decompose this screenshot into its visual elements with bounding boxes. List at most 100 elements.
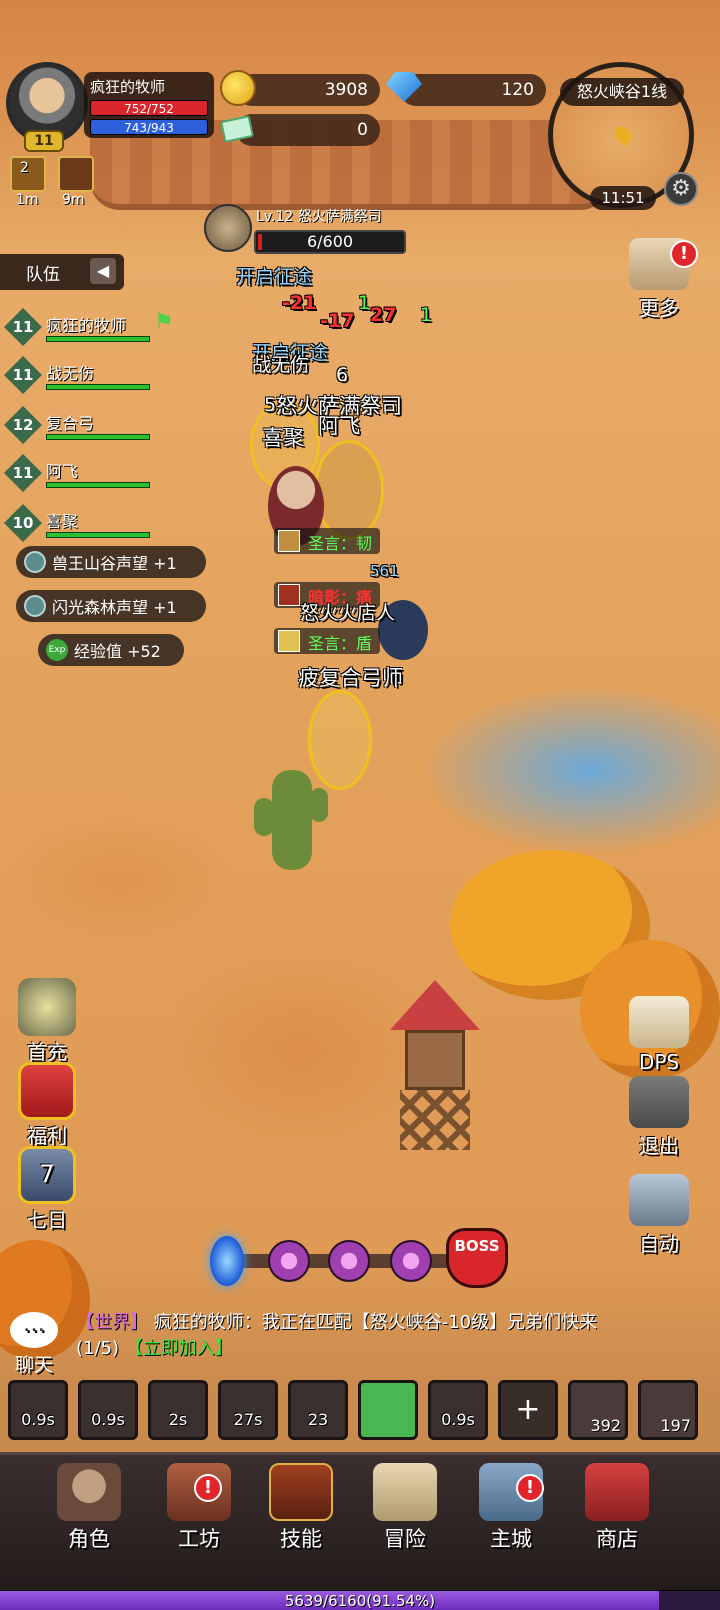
minimap-zone-name: 怒火峡谷1线 xyxy=(560,78,684,106)
buff-icon[interactable]: 2 xyxy=(10,156,46,192)
chat-message[interactable]: 【世界】 疯狂的牧师：我正在匹配【怒火峡谷-10级】兄弟们快来(1/5) 【立即… xyxy=(76,1310,636,1362)
auto-battle-button[interactable]: 自动 xyxy=(622,1174,696,1257)
heal-number: 1 xyxy=(358,292,371,314)
boss-level-name: Lv.12 怒火萨满祭司 xyxy=(256,209,382,225)
exit-button[interactable]: 退出 xyxy=(622,1076,696,1159)
seven-day-button[interactable]: 7 七日 xyxy=(12,1146,82,1233)
reputation-icon xyxy=(24,595,46,617)
damage-number: 27 xyxy=(370,304,397,326)
skill-slot[interactable]: 27s xyxy=(218,1380,278,1440)
scroll-icon xyxy=(629,996,689,1048)
nav-main-city[interactable]: 主城 xyxy=(456,1463,566,1553)
crown-buff-icon[interactable] xyxy=(58,156,94,192)
buff-time: 1m xyxy=(16,192,39,208)
notification-badge: ! xyxy=(516,1474,544,1502)
hero-sprite[interactable] xyxy=(314,440,384,540)
crossed-swords-icon xyxy=(629,1174,689,1226)
exit-door-icon xyxy=(629,1076,689,1128)
watch-tower xyxy=(390,960,480,1160)
experience-bar: 5639/6160(91.54%) xyxy=(0,1590,720,1610)
skill-slot[interactable]: 0.9s xyxy=(8,1380,68,1440)
member-hp-bar xyxy=(46,384,150,390)
combat-text: 开启征途 xyxy=(236,266,313,288)
experience-text: 5639/6160(91.54%) xyxy=(284,1592,436,1610)
enemy-name: 疲复合弓师 xyxy=(298,666,403,690)
wave-progress: BOSS xyxy=(210,1228,510,1288)
boss-hp-bar: 6/600 xyxy=(254,230,406,254)
item-slot[interactable]: 197 xyxy=(638,1380,698,1440)
team-member[interactable]: 10 喜聚 xyxy=(4,500,154,546)
skill-icon xyxy=(278,530,300,552)
member-level: 11 xyxy=(4,308,42,346)
gear-icon[interactable]: ⚙ xyxy=(664,172,698,206)
skill-bar: 0.9s 0.9s 2s 27s 23 0.9s + 392 197 xyxy=(4,1380,716,1446)
chat-bubble-icon: … xyxy=(10,1312,58,1348)
leader-flag-icon: ⚑ xyxy=(154,310,174,335)
add-skill-button[interactable]: + xyxy=(498,1380,558,1440)
item-slot[interactable]: 392 xyxy=(568,1380,628,1440)
ally-name: 喜聚 xyxy=(262,426,304,450)
character-icon xyxy=(57,1463,121,1521)
reward-notice: 闪光森林声望 +1 xyxy=(16,590,206,622)
welfare-button[interactable]: 福利 xyxy=(12,1062,82,1149)
damage-number: -21 xyxy=(282,292,317,314)
nav-character[interactable]: 角色 xyxy=(34,1463,144,1553)
heal-number: 1 xyxy=(420,304,433,326)
team-title: 队伍 xyxy=(26,264,60,285)
member-name: 喜聚 xyxy=(46,512,79,531)
team-panel-header[interactable]: 队伍 ◀ xyxy=(0,254,124,290)
hero-sprite[interactable] xyxy=(308,690,372,790)
player-mp-bar: 743/943 xyxy=(90,119,208,135)
ticket-counter: 0 xyxy=(236,114,380,146)
nav-adventure[interactable]: 冒险 xyxy=(350,1463,460,1553)
member-name: 复合弓 xyxy=(46,414,95,433)
damage-number: -17 xyxy=(320,310,355,332)
player-name: 疯狂的牧师 xyxy=(90,78,166,96)
chat-button[interactable]: … 聊天 xyxy=(6,1312,62,1376)
join-link[interactable]: 【立即加入】 xyxy=(125,1338,233,1359)
collapse-arrow-icon[interactable]: ◀ xyxy=(90,258,116,284)
gift-box-icon xyxy=(18,1062,76,1120)
exp-icon: Exp xyxy=(46,639,68,661)
team-member[interactable]: 12 复合弓 xyxy=(4,402,154,448)
gold-counter: 3908 xyxy=(236,74,380,106)
team-member[interactable]: 11 疯狂的牧师 ⚑ xyxy=(4,304,174,350)
shop-stall-icon xyxy=(585,1463,649,1521)
member-name: 阿飞 xyxy=(46,462,79,481)
combat-number: 5 xyxy=(264,394,277,416)
member-hp-bar xyxy=(46,336,150,342)
skill-slot[interactable]: 0.9s xyxy=(428,1380,488,1440)
chat-channel: 【世界】 xyxy=(76,1312,148,1333)
player-hp-bar: 752/752 xyxy=(90,100,208,116)
skill-cast-tag: 圣言：盾 xyxy=(274,628,381,654)
notification-badge: ! xyxy=(670,240,698,268)
minimap-time: 11:51 xyxy=(590,186,656,210)
member-hp-bar xyxy=(46,434,150,440)
skill-slot[interactable]: 0.9s xyxy=(78,1380,138,1440)
skill-slot[interactable]: 23 xyxy=(288,1380,348,1440)
nav-shop[interactable]: 商店 xyxy=(562,1463,672,1553)
team-member[interactable]: 11 战无伤 xyxy=(4,352,154,398)
skull-wave-icon xyxy=(268,1240,310,1282)
dps-button[interactable]: DPS xyxy=(622,996,696,1074)
cactus xyxy=(254,770,328,870)
nav-skills[interactable]: 技能 xyxy=(246,1463,356,1553)
ally-name: 阿飞 xyxy=(318,414,360,438)
member-level: 11 xyxy=(4,356,42,394)
skull-wave-icon xyxy=(328,1240,370,1282)
skill-slot[interactable]: 2s xyxy=(148,1380,208,1440)
member-name: 疯狂的牧师 xyxy=(46,316,127,335)
combat-number: 6 xyxy=(336,364,349,386)
first-recharge-button[interactable]: 首充 xyxy=(12,978,82,1065)
gem-counter: 120 xyxy=(400,74,546,106)
treasure-icon xyxy=(18,978,76,1036)
boss-wave-icon: BOSS xyxy=(446,1228,508,1288)
skill-icon xyxy=(278,584,300,606)
team-member[interactable]: 11 阿飞 xyxy=(4,450,154,496)
reputation-icon xyxy=(24,551,46,573)
member-level: 10 xyxy=(4,504,42,542)
skill-slot[interactable] xyxy=(358,1380,418,1440)
member-hp-bar xyxy=(46,532,150,538)
skill-cast-tag: 圣言：韧 xyxy=(274,528,381,554)
player-status-panel[interactable]: 疯狂的牧师 752/752 743/943 xyxy=(84,72,214,138)
